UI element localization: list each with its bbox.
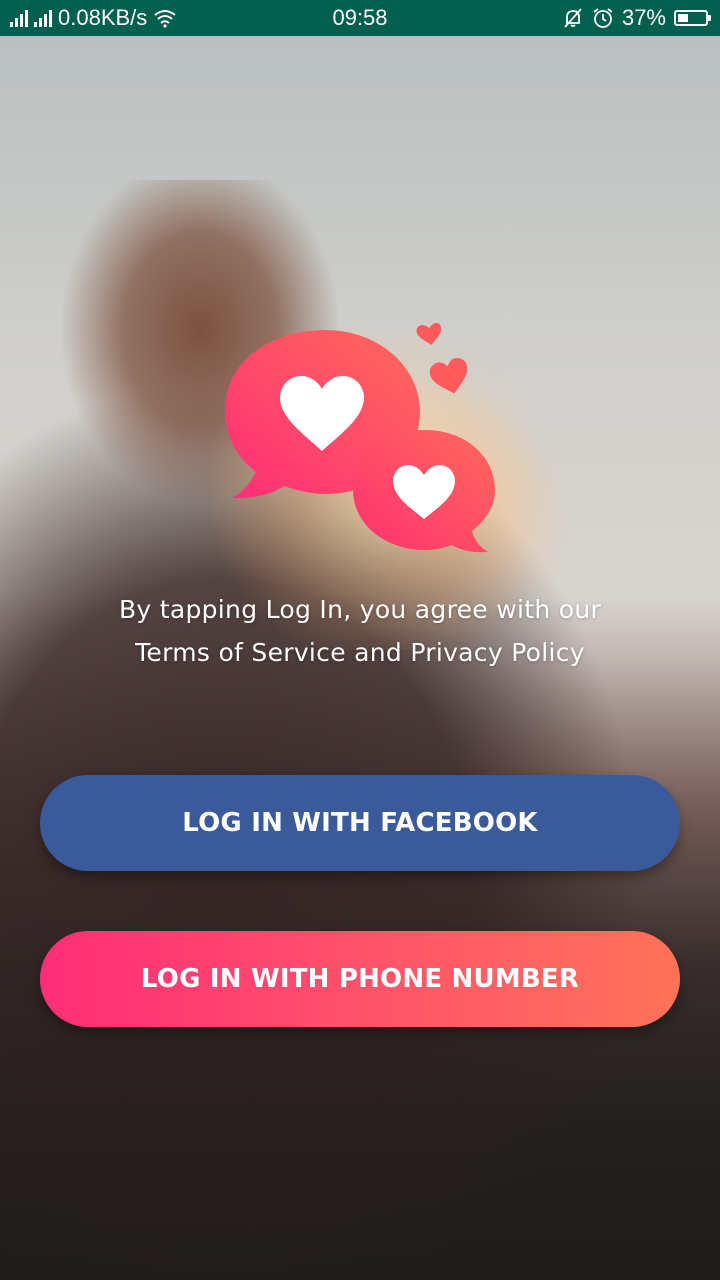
- battery-fill: [678, 14, 688, 22]
- login-screen: 0.08KB/s 09:58 37% By tapping Log In, yo…: [0, 0, 720, 1280]
- facebook-login-button[interactable]: LOG IN WITH FACEBOOK: [40, 775, 680, 871]
- bell-off-icon: [564, 8, 582, 28]
- alarm-icon: [593, 8, 613, 28]
- phone-login-button[interactable]: LOG IN WITH PHONE NUMBER: [40, 931, 680, 1027]
- battery-icon: [674, 10, 711, 26]
- status-right: 37%: [562, 0, 711, 36]
- battery-percent: 37%: [621, 5, 666, 30]
- terms-text: By tapping Log In, you agree with our Te…: [118, 595, 602, 667]
- heart-chat-bubbles-logo: [225, 323, 495, 553]
- status-bar: 0.08KB/s 09:58 37%: [0, 0, 720, 36]
